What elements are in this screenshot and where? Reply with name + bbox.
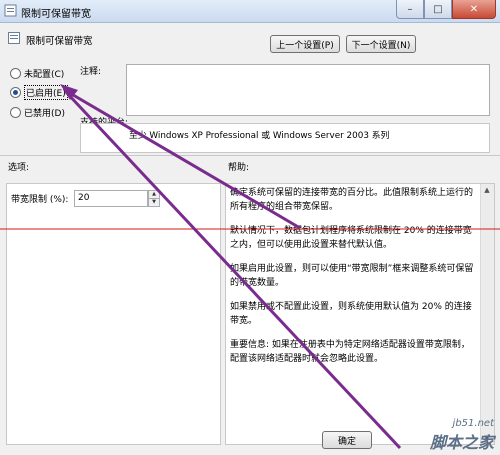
arrow-line xyxy=(64,90,402,450)
arrow-line xyxy=(67,90,301,230)
annotation-overlay xyxy=(0,84,500,450)
watermark-url: jb51.net xyxy=(452,418,494,429)
watermark-brand: 脚本之家 xyxy=(429,433,494,452)
watermark: jb51.net 脚本之家 xyxy=(430,418,494,453)
